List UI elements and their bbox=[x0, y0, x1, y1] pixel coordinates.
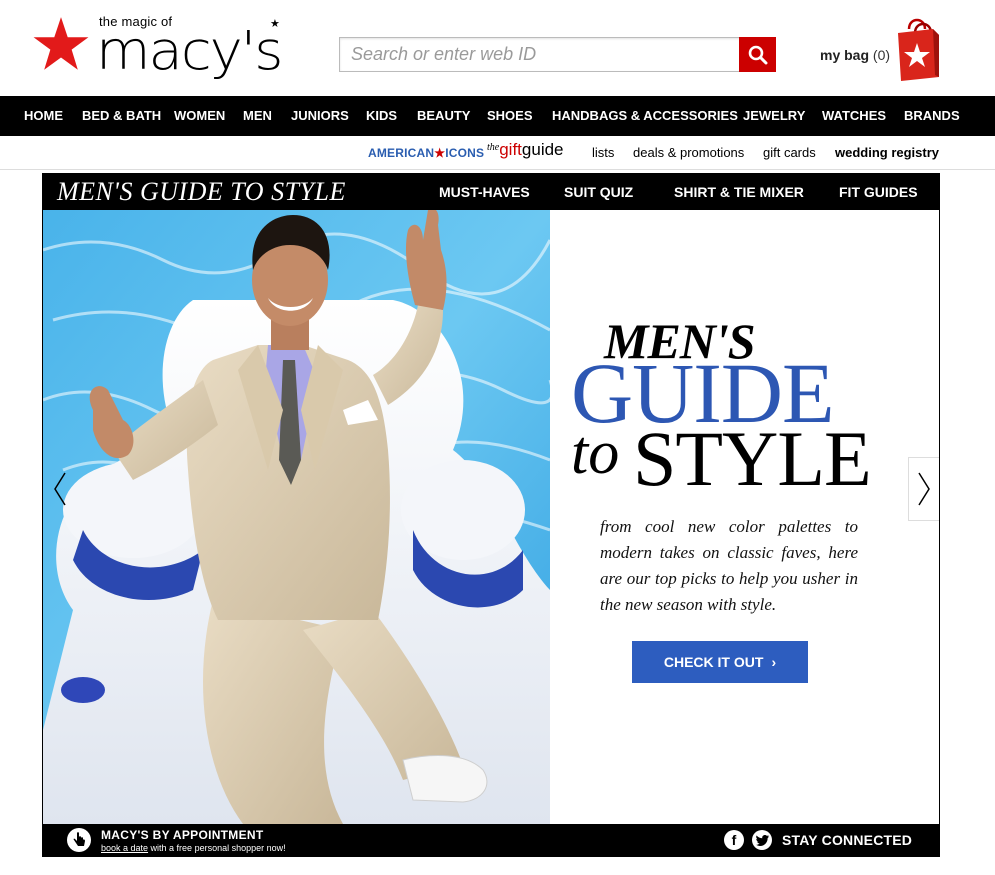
logo-mini-star-icon: ★ bbox=[270, 18, 280, 30]
nav-handbags-accessories[interactable]: HANDBAGS & ACCESSORIES bbox=[552, 108, 738, 123]
chevron-right-icon bbox=[918, 472, 930, 506]
deals-promotions-link[interactable]: deals & promotions bbox=[633, 145, 744, 160]
stay-connected-link[interactable]: STAY CONNECTED bbox=[782, 832, 912, 848]
nav-home[interactable]: HOME bbox=[24, 108, 63, 123]
tab-suit-quiz[interactable]: SUIT QUIZ bbox=[564, 184, 633, 200]
american-icons-text-a: AMERICAN bbox=[368, 146, 435, 160]
bag-label: my bag bbox=[820, 47, 870, 63]
gift-guide-link[interactable]: thegiftguide bbox=[487, 140, 564, 160]
nav-juniors[interactable]: JUNIORS bbox=[291, 108, 349, 123]
book-a-date-link[interactable]: book a date bbox=[101, 843, 148, 853]
main-navigation: HOME BED & BATH WOMEN MEN JUNIORS KIDS B… bbox=[0, 96, 995, 136]
twitter-icon[interactable] bbox=[752, 830, 772, 850]
gift-guide-guide: guide bbox=[521, 140, 564, 159]
headline-style: STYLE bbox=[633, 415, 872, 502]
promo-header-bar: MEN'S GUIDE TO STYLE MUST-HAVES SUIT QUI… bbox=[43, 174, 939, 210]
facebook-icon[interactable]: f bbox=[724, 830, 744, 850]
promo-bar-title[interactable]: MEN'S GUIDE TO STYLE bbox=[57, 177, 346, 207]
nav-brands[interactable]: BRANDS bbox=[904, 108, 960, 123]
carousel-next-button[interactable] bbox=[908, 457, 939, 521]
promo-description: from cool new color palettes to modern t… bbox=[600, 517, 858, 614]
nav-beauty[interactable]: BEAUTY bbox=[417, 108, 470, 123]
macys-star-icon bbox=[33, 17, 89, 70]
hero-image[interactable] bbox=[43, 210, 550, 824]
appointment-subtext: book a date with a free personal shopper… bbox=[101, 843, 286, 853]
nav-shoes[interactable]: SHOES bbox=[487, 108, 533, 123]
cta-label: CHECK IT OUT bbox=[663, 654, 764, 670]
wedding-registry-link[interactable]: wedding registry bbox=[835, 145, 939, 160]
my-bag-link[interactable]: my bag (0) bbox=[820, 47, 890, 63]
tab-shirt-tie-mixer[interactable]: SHIRT & TIE MIXER bbox=[674, 184, 804, 200]
gift-guide-gift: gift bbox=[499, 140, 522, 159]
hand-pointer-icon bbox=[67, 828, 91, 852]
gift-guide-the: the bbox=[487, 142, 500, 153]
site-header: the magic of macy's ★ my bag (0) bbox=[0, 0, 995, 96]
nav-jewelry[interactable]: JEWELRY bbox=[743, 108, 805, 123]
nav-bed-bath[interactable]: BED & BATH bbox=[82, 108, 161, 123]
tab-fit-guides[interactable]: FIT GUIDES bbox=[839, 184, 918, 200]
nav-kids[interactable]: KIDS bbox=[366, 108, 397, 123]
secondary-navigation: AMERICAN★ICONS thegiftguide lists deals … bbox=[0, 136, 995, 170]
gift-cards-link[interactable]: gift cards bbox=[763, 145, 816, 160]
check-it-out-button[interactable]: CHECK IT OUT › bbox=[632, 641, 808, 683]
american-icons-text-b: ICONS bbox=[445, 146, 485, 160]
search-input[interactable] bbox=[340, 38, 738, 71]
shopping-bag-icon[interactable] bbox=[895, 15, 943, 81]
american-icons-link[interactable]: AMERICAN★ICONS bbox=[368, 146, 484, 160]
appointment-rest-text: with a free personal shopper now! bbox=[148, 843, 286, 853]
tab-must-haves[interactable]: MUST-HAVES bbox=[439, 184, 530, 200]
headline-to: to bbox=[571, 419, 620, 487]
search-icon bbox=[748, 45, 767, 64]
promo-footer-bar: MACY'S BY APPOINTMENT book a date with a… bbox=[43, 824, 939, 856]
carousel-prev-button[interactable] bbox=[47, 457, 73, 521]
nav-watches[interactable]: WATCHES bbox=[822, 108, 886, 123]
american-icons-star-icon: ★ bbox=[434, 146, 446, 160]
cta-chevron-icon: › bbox=[771, 654, 777, 670]
search-button[interactable] bbox=[739, 37, 776, 72]
nav-men[interactable]: MEN bbox=[243, 108, 272, 123]
macys-logo[interactable]: the magic of macy's ★ bbox=[33, 14, 303, 92]
chevron-left-icon bbox=[54, 472, 66, 506]
logo-wordmark: macy's bbox=[96, 20, 283, 83]
nav-women[interactable]: WOMEN bbox=[174, 108, 225, 123]
search-box bbox=[339, 37, 776, 72]
bag-count: (0) bbox=[872, 47, 891, 63]
mens-guide-promo: MEN'S GUIDE TO STYLE MUST-HAVES SUIT QUI… bbox=[42, 173, 940, 857]
appointment-title[interactable]: MACY'S BY APPOINTMENT bbox=[101, 828, 264, 842]
lists-link[interactable]: lists bbox=[592, 145, 614, 160]
